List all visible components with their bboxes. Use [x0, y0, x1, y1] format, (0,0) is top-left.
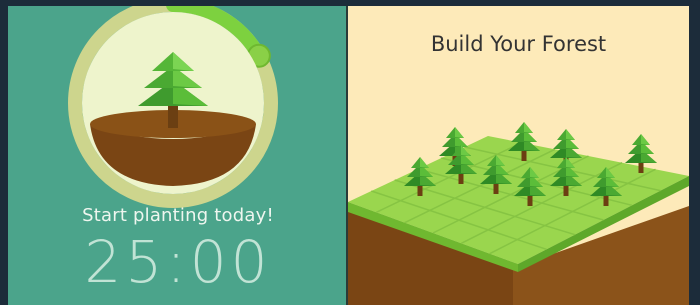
timer-display: 25:00: [84, 228, 272, 296]
forest-panel: Build Your Forest: [348, 6, 689, 305]
timer-panel: Start planting today! 25:00: [8, 6, 348, 305]
tagline-text: Start planting today!: [82, 205, 274, 226]
forest-headline: Build Your Forest: [430, 32, 607, 56]
app-screen: Start planting today! 25:00 Build Your F…: [8, 6, 689, 305]
